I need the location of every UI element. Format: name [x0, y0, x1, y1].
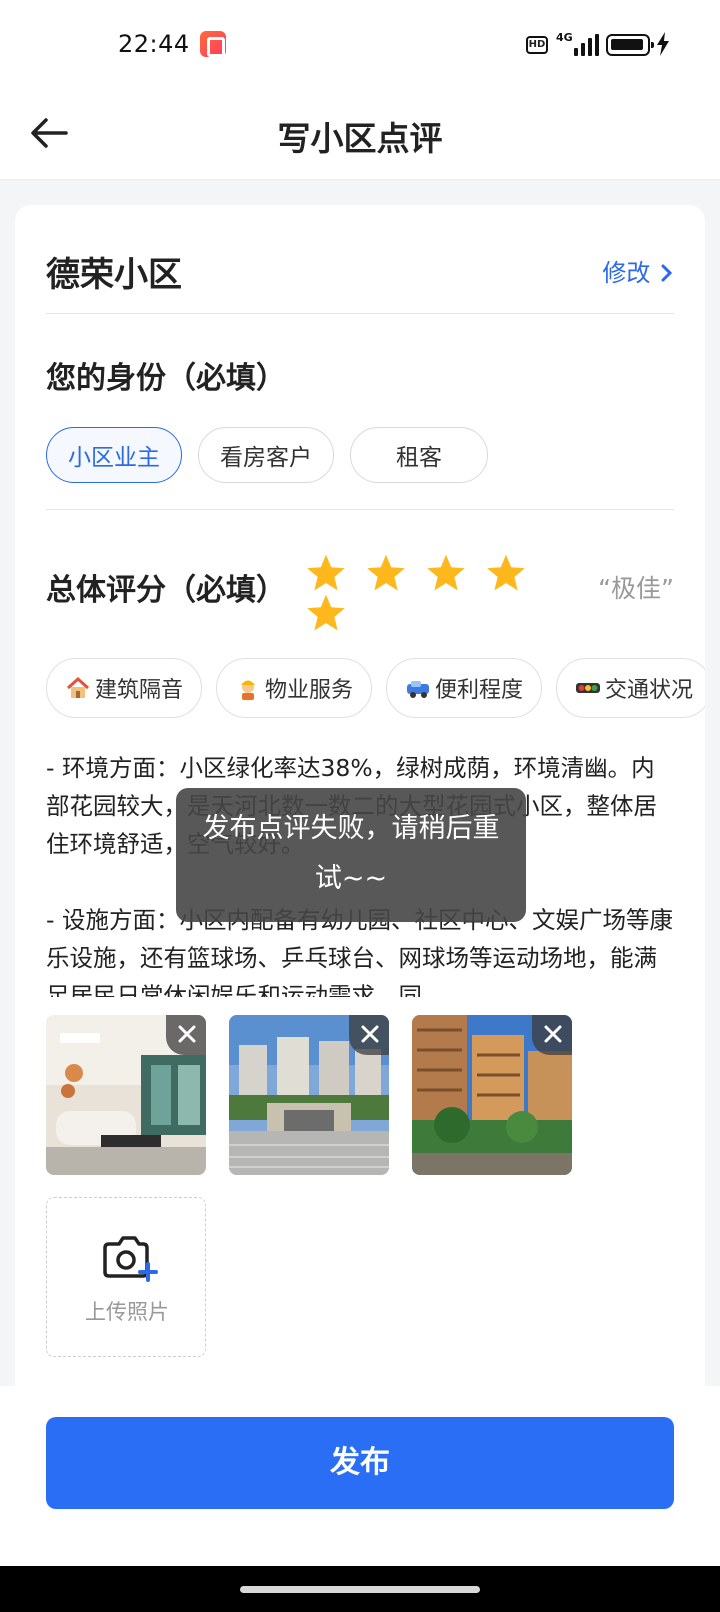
remove-photo-button[interactable]: [166, 1015, 206, 1055]
tag-convenience[interactable]: 便利程度: [386, 658, 543, 718]
close-icon: [544, 1025, 562, 1043]
house-icon: [66, 676, 90, 698]
status-bar: 22:44 HD 4G: [0, 0, 720, 88]
tag-label: 交通状况: [605, 678, 694, 703]
star-rating[interactable]: [305, 553, 565, 633]
signal-icon: [574, 34, 600, 56]
photo-gate[interactable]: [229, 1015, 389, 1175]
close-icon: [178, 1025, 196, 1043]
error-toast: 发布点评失败，请稍后重试~~: [176, 788, 526, 922]
upload-photo-label: 上传照片: [85, 1300, 169, 1324]
hd-icon: HD: [526, 36, 548, 54]
edit-label: 修改: [602, 259, 651, 287]
community-row: 德荣小区 修改: [46, 243, 674, 299]
close-icon: [361, 1025, 379, 1043]
star-icon[interactable]: [485, 553, 527, 593]
rating-section-title: 总体评分（必填）: [46, 573, 286, 608]
star-icon[interactable]: [305, 593, 347, 633]
chevron-right-icon: [661, 264, 673, 282]
tag-traffic[interactable]: 交通状况: [556, 658, 705, 718]
identity-option-owner[interactable]: 小区业主: [46, 427, 182, 483]
photo-garden[interactable]: [412, 1015, 572, 1175]
car-icon: [407, 681, 430, 698]
tag-label: 物业服务: [265, 678, 354, 703]
network-type-label: 4G: [556, 31, 573, 44]
nav-bar: 写小区点评: [0, 88, 720, 180]
identity-options: 小区业主 看房客户 租客: [46, 427, 488, 483]
charging-icon: [657, 32, 669, 56]
remove-photo-button[interactable]: [532, 1015, 572, 1055]
tag-label: 建筑隔音: [95, 678, 184, 703]
edit-community-link[interactable]: 修改: [602, 253, 674, 288]
divider: [46, 509, 674, 510]
upload-photo-button[interactable]: 上传照片: [46, 1197, 206, 1357]
identity-option-viewer[interactable]: 看房客户: [198, 427, 334, 483]
tag-label: 便利程度: [435, 678, 524, 703]
rating-label: “极佳”: [598, 574, 674, 603]
photo-grid: 上传照片: [46, 1015, 686, 1375]
star-icon[interactable]: [305, 553, 347, 593]
system-nav-bar: [0, 1566, 720, 1612]
divider: [46, 313, 674, 314]
app-notification-icon: [200, 31, 226, 57]
status-time: 22:44: [118, 30, 190, 58]
traffic-light-icon: [576, 683, 601, 693]
home-indicator[interactable]: [240, 1586, 480, 1593]
bottom-action-bar: 发布: [0, 1386, 720, 1566]
publish-button[interactable]: 发布: [46, 1417, 674, 1509]
star-icon[interactable]: [425, 553, 467, 593]
photo-interior[interactable]: [46, 1015, 206, 1175]
community-name: 德荣小区: [46, 255, 182, 295]
remove-photo-button[interactable]: [349, 1015, 389, 1055]
identity-section-title: 您的身份（必填）: [46, 361, 286, 396]
page-title: 写小区点评: [277, 119, 443, 158]
aspect-tags: 建筑隔音 物业服务 便利程度 交通状况: [46, 658, 705, 718]
star-icon[interactable]: [365, 553, 407, 593]
worker-icon: [241, 680, 256, 700]
tag-property-service[interactable]: 物业服务: [216, 658, 373, 718]
tag-building-soundproofing[interactable]: 建筑隔音: [46, 658, 203, 718]
battery-icon: [606, 34, 654, 56]
camera-add-icon: [103, 1236, 158, 1282]
identity-option-tenant[interactable]: 租客: [350, 427, 488, 483]
